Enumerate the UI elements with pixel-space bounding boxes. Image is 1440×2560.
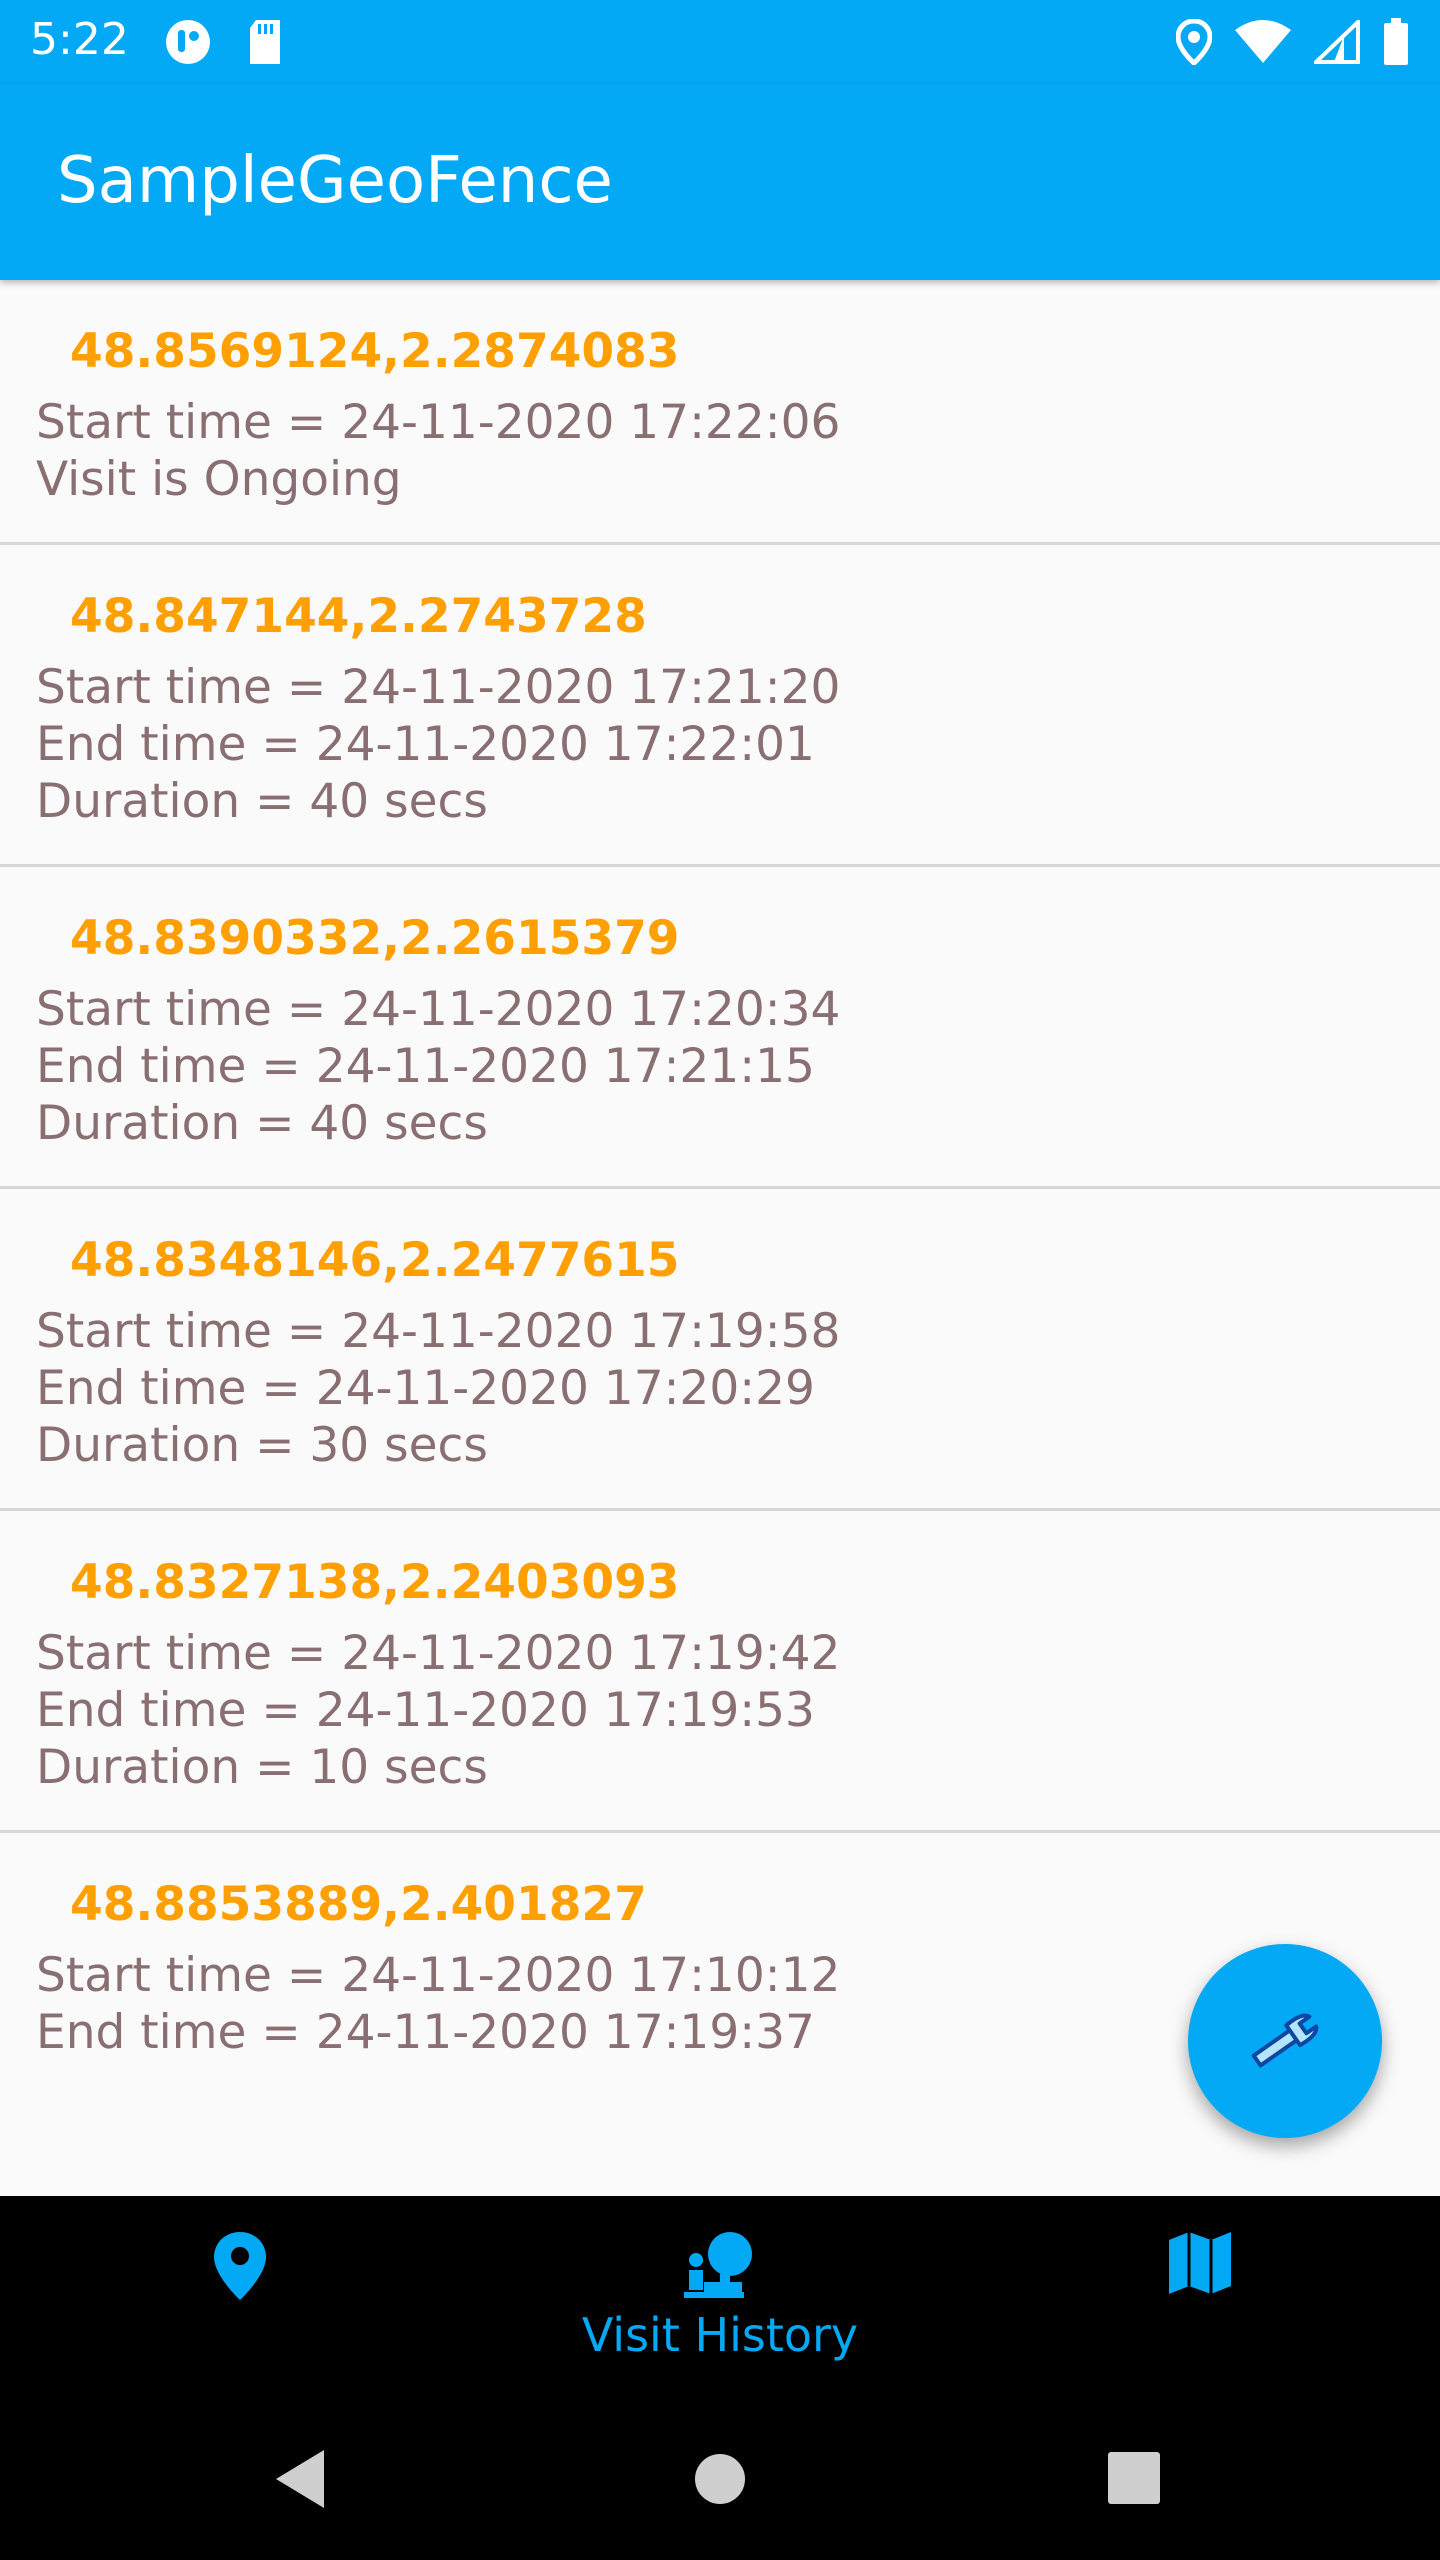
visit-coordinates: 48.8348146,2.2477615: [70, 1233, 680, 1288]
map-icon: [1169, 2232, 1231, 2294]
app-bar: SampleGeoFence: [0, 84, 1440, 280]
visit-end-time: End time = 24-11-2020 17:19:53: [36, 1683, 815, 1738]
visit-coordinates: 48.847144,2.2743728: [70, 589, 647, 644]
nav-item-visit-history[interactable]: Visit History: [480, 2196, 960, 2406]
home-icon[interactable]: [694, 2448, 746, 2510]
visit-duration: Duration = 40 secs: [36, 1096, 488, 1151]
status-time: 5:22: [30, 14, 129, 65]
visit-duration: Duration = 10 secs: [36, 1740, 488, 1795]
visit-history-list[interactable]: 48.8569124,2.2874083 Start time = 24-11-…: [0, 280, 1440, 2196]
visit-end-time: End time = 24-11-2020 17:22:01: [36, 717, 815, 772]
visit-end-time: End time = 24-11-2020 17:20:29: [36, 1361, 815, 1416]
app-title: SampleGeoFence: [57, 144, 613, 218]
visit-coordinates: 48.8853889,2.401827: [70, 1877, 647, 1932]
visit-start-time: Start time = 24-11-2020 17:19:58: [36, 1304, 841, 1359]
wrench-icon: [1251, 2013, 1319, 2068]
visit-start-time: Start time = 24-11-2020 17:20:34: [36, 982, 841, 1037]
visit-start-time: Start time = 24-11-2020 17:21:20: [36, 660, 841, 715]
signal-icon: [1314, 20, 1360, 64]
settings-fab-button[interactable]: [1188, 1944, 1382, 2138]
nav-item-map[interactable]: [960, 2196, 1440, 2406]
visit-coordinates: 48.8390332,2.2615379: [70, 911, 680, 966]
bottom-navigation: Visit History: [0, 2196, 1440, 2406]
location-icon: [1176, 19, 1212, 65]
visit-item[interactable]: 48.8348146,2.2477615 Start time = 24-11-…: [0, 1189, 1440, 1511]
nav-item-geofence[interactable]: [0, 2196, 480, 2406]
visit-duration: Duration = 30 secs: [36, 1418, 488, 1473]
nav-label-visit-history: Visit History: [581, 2308, 859, 2362]
location-pin-icon: [214, 2232, 266, 2300]
visit-item[interactable]: 48.8569124,2.2874083 Start time = 24-11-…: [0, 280, 1440, 545]
back-icon[interactable]: [272, 2448, 328, 2510]
visit-coordinates: 48.8327138,2.2403093: [70, 1555, 680, 1610]
status-bar: 5:22: [0, 0, 1440, 84]
visit-start-time: Start time = 24-11-2020 17:22:06: [36, 395, 841, 450]
battery-icon: [1384, 18, 1408, 65]
visit-item[interactable]: 48.847144,2.2743728 Start time = 24-11-2…: [0, 545, 1440, 867]
visit-item[interactable]: 48.8327138,2.2403093 Start time = 24-11-…: [0, 1511, 1440, 1833]
recents-icon[interactable]: [1106, 2448, 1162, 2510]
visit-duration: Duration = 40 secs: [36, 774, 488, 829]
visit-item[interactable]: 48.8390332,2.2615379 Start time = 24-11-…: [0, 867, 1440, 1189]
system-navigation-bar: [0, 2406, 1440, 2560]
sd-card-icon: [250, 20, 280, 64]
visit-history-icon: [684, 2232, 752, 2298]
visit-status: Visit is Ongoing: [36, 452, 402, 507]
visit-start-time: Start time = 24-11-2020 17:19:42: [36, 1626, 841, 1681]
visit-end-time: End time = 24-11-2020 17:21:15: [36, 1039, 815, 1094]
visit-coordinates: 48.8569124,2.2874083: [70, 324, 680, 379]
wifi-icon: [1235, 20, 1291, 63]
notification-icon: [166, 20, 210, 64]
